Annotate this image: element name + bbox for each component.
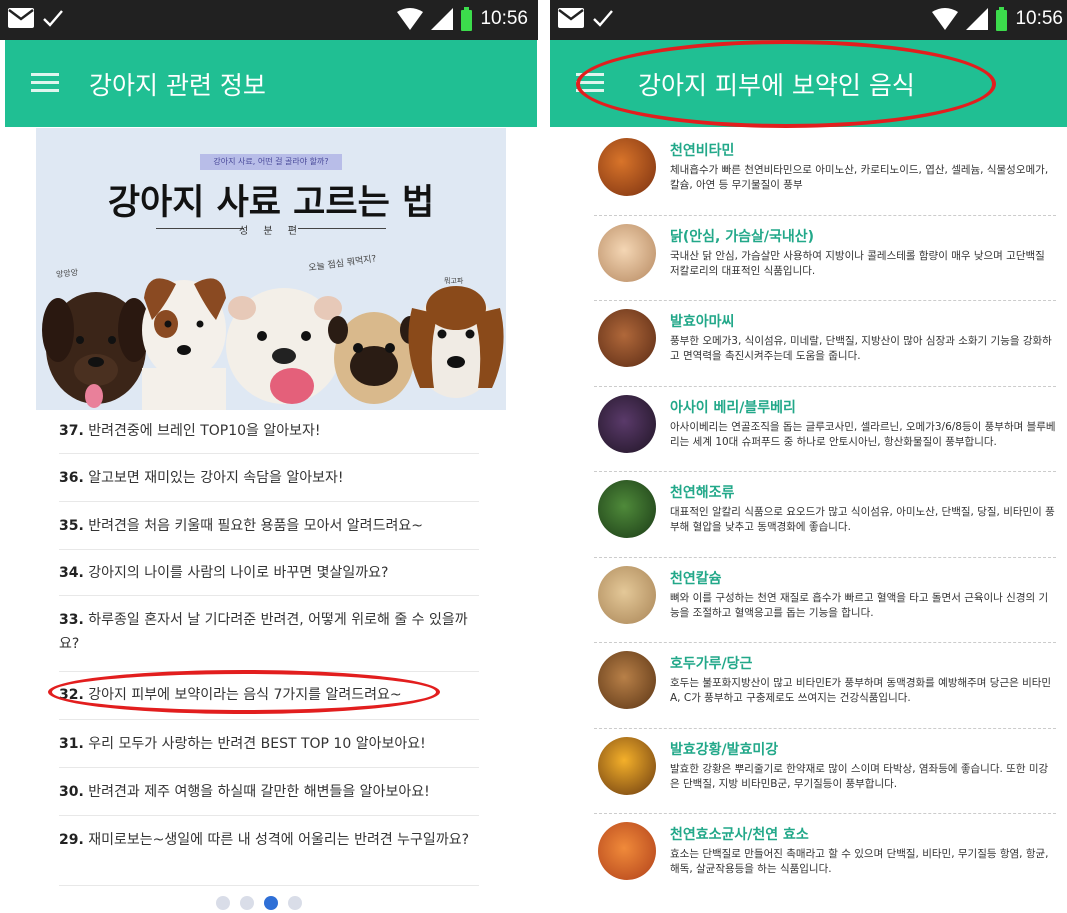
food-item-vitamin: 천연비타민 체내흡수가 빠른 천연비타민으로 아미노산, 카로티노이드, 엽산,… (594, 130, 1056, 216)
food-description: 호두는 불포화지방산이 많고 비타민E가 풍부하며 동맥경화를 예방해주며 당근… (670, 677, 1052, 704)
article-title: 강아지의 나이를 사람의 나이로 바꾸면 몇살일까요? (88, 565, 389, 581)
chicken-food-icon (598, 223, 656, 282)
food-item-flaxseed: 발효아마씨 풍부한 오메가3, 식이섬유, 미네랄, 단백질, 지방산이 많아 … (594, 301, 1056, 387)
food-item-seaweed: 천연해조류 대표적인 알칼리 식품으로 요오드가 많고 식이섬유, 아미노산, … (594, 472, 1056, 558)
food-description: 체내흡수가 빠른 천연비타민으로 아미노산, 카로티노이드, 엽산, 셀레늄, … (670, 164, 1049, 191)
food-name: 닭(안심, 가슴살/국내산) (670, 228, 815, 245)
article-list: 37. 반려견중에 브레인 TOP10을 알아보자! 36. 알고보면 재미있는… (59, 410, 479, 886)
mail-icon (558, 8, 584, 28)
page-dot-1[interactable] (216, 896, 230, 910)
food-description: 풍부한 오메가3, 식이섬유, 미네랄, 단백질, 지방산이 많아 심장과 소화… (670, 335, 1052, 362)
app-bar: 강아지 피부에 보약인 음식 (550, 40, 1067, 127)
check-icon (43, 10, 63, 27)
article-number: 32. (59, 687, 84, 703)
food-name: 아사이 베리/블루베리 (670, 399, 796, 416)
article-item-37[interactable]: 37. 반려견중에 브레인 TOP10을 알아보자! (59, 410, 479, 454)
food-description: 뼈와 이를 구성하는 천연 재질로 흡수가 빠르고 혈액을 타고 돌면서 근육이… (670, 591, 1049, 619)
turmeric-food-icon (598, 736, 656, 795)
check-icon (593, 10, 613, 27)
hero-title: 강아지 사료 고르는 법 (107, 183, 435, 223)
article-number: 31. (59, 736, 84, 752)
article-number: 36. (59, 470, 84, 486)
article-number: 35. (59, 518, 84, 534)
food-description: 효소는 단백질로 만들어진 촉매라고 할 수 있으며 단백질, 비타민, 무기질… (670, 848, 1049, 875)
mail-icon (8, 8, 34, 28)
article-item-32-highlighted[interactable]: 32. 강아지 피부에 보약이라는 음식 7가지를 알려드려요~ (59, 672, 479, 720)
status-time: 10:56 (480, 8, 528, 29)
food-item-berry: 아사이 베리/블루베리 아사이베리는 연골조직을 돕는 글루코사민, 셀라르닌,… (594, 387, 1056, 472)
article-item-29[interactable]: 29. 재미로보는~생일에 따른 내 성격에 어울리는 반려견 누구일까요? (59, 816, 479, 886)
calcium-food-icon (598, 565, 656, 624)
status-bar: 10:56 (550, 0, 1067, 40)
vitamin-food-icon (598, 138, 656, 196)
enzyme-food-icon (598, 822, 656, 880)
food-description: 발효한 강황은 뿌리줄기로 한약재로 많이 스이며 타박상, 염좌등에 좋습니다… (670, 762, 1049, 790)
food-item-calcium: 천연칼슘 뼈와 이를 구성하는 천연 재질로 흡수가 빠르고 혈액을 타고 돌면… (594, 558, 1056, 643)
article-item-34[interactable]: 34. 강아지의 나이를 사람의 나이로 바꾸면 몇살일까요? (59, 550, 479, 596)
food-item-chicken: 닭(안심, 가슴살/국내산) 국내산 닭 안심, 가슴살만 사용하여 지방이나 … (594, 216, 1056, 301)
status-bar: 10:56 (0, 0, 538, 40)
battery-icon (996, 7, 1008, 31)
food-item-enzyme: 천연효소균사/천연 효소 효소는 단백질로 만들어진 촉매라고 할 수 있으며 … (594, 814, 1056, 900)
wifi-icon (397, 8, 424, 30)
article-item-35[interactable]: 35. 반려견을 처음 키울때 필요한 용품을 모아서 알려드려요~ (59, 502, 479, 550)
app-bar: 강아지 관련 정보 (5, 40, 537, 127)
food-description: 아사이베리는 연골조직을 돕는 글루코사민, 셀라르닌, 오메가3/6/8등이 … (670, 420, 1056, 448)
food-item-turmeric: 발효강황/발효미강 발효한 강황은 뿌리줄기로 한약재로 많이 스이며 타박상,… (594, 729, 1056, 814)
article-title: 하루종일 혼자서 날 기다려준 반려견, 어떻게 위로해 줄 수 있을까요? (59, 612, 468, 652)
food-name: 천연해조류 (670, 485, 735, 501)
food-name: 발효아마씨 (670, 314, 735, 330)
screen-left-dog-info: 10:56 강아지 관련 정보 강아지 사료, 어떤 걸 골라야 할까? 강아지… (0, 0, 538, 913)
article-item-33[interactable]: 33. 하루종일 혼자서 날 기다려준 반려견, 어떻게 위로해 줄 수 있을까… (59, 596, 479, 672)
page-dot-3-active[interactable] (264, 896, 278, 910)
article-item-31[interactable]: 31. 우리 모두가 사랑하는 반려견 BEST TOP 10 알아보아요! (59, 720, 479, 768)
screen-right-skin-food: 10:56 강아지 피부에 보약인 음식 천연비타민 체내흡수가 빠른 천연비타… (550, 0, 1067, 913)
article-title: 반려견과 제주 여행을 하실때 갈만한 해변들을 알아보아요! (88, 784, 430, 800)
battery-icon (461, 7, 473, 31)
article-number: 37. (59, 423, 84, 439)
status-time: 10:56 (1015, 8, 1063, 29)
article-title: 반려견을 처음 키울때 필요한 용품을 모아서 알려드려요~ (88, 518, 423, 534)
food-description: 대표적인 알칼리 식품으로 요오드가 많고 식이섬유, 아미노산, 단백질, 당… (670, 506, 1055, 533)
article-title: 반려견중에 브레인 TOP10을 알아보자! (88, 423, 321, 439)
page-title: 강아지 관련 정보 (89, 71, 266, 100)
food-list: 천연비타민 체내흡수가 빠른 천연비타민으로 아미노산, 카로티노이드, 엽산,… (594, 130, 1056, 900)
article-title: 알고보면 재미있는 강아지 속담을 알아보자! (88, 470, 344, 486)
food-item-walnut: 호두가루/당근 호두는 불포화지방산이 많고 비타민E가 풍부하며 동맥경화를 … (594, 643, 1056, 729)
hamburger-menu-icon[interactable] (31, 71, 59, 93)
food-name: 발효강황/발효미강 (670, 741, 779, 758)
hero-divider-right (298, 228, 386, 229)
article-number: 33. (59, 612, 84, 628)
dogs-illustration (42, 278, 504, 410)
berry-food-icon (598, 394, 656, 453)
article-number: 34. (59, 565, 84, 581)
seaweed-food-icon (598, 480, 656, 538)
article-item-30[interactable]: 30. 반려견과 제주 여행을 하실때 갈만한 해변들을 알아보아요! (59, 768, 479, 816)
page-title: 강아지 피부에 보약인 음식 (638, 71, 915, 100)
food-name: 천연비타민 (670, 143, 735, 159)
signal-icon (966, 8, 989, 30)
food-description: 국내산 닭 안심, 가슴살만 사용하여 지방이나 콜레스테롤 함량이 매우 낮으… (670, 249, 1045, 277)
article-title: 우리 모두가 사랑하는 반려견 BEST TOP 10 알아보아요! (88, 736, 426, 752)
article-title: 재미로보는~생일에 따른 내 성격에 어울리는 반려견 누구일까요? (88, 832, 470, 848)
hero-subtitle: 성 분 편 (239, 226, 303, 237)
page-indicator (216, 896, 302, 910)
article-item-36[interactable]: 36. 알고보면 재미있는 강아지 속담을 알아보자! (59, 454, 479, 502)
hamburger-menu-icon[interactable] (576, 71, 604, 93)
article-title: 강아지 피부에 보약이라는 음식 7가지를 알려드려요~ (88, 687, 402, 703)
signal-icon (431, 8, 454, 30)
article-number: 29. (59, 832, 84, 848)
food-name: 호두가루/당근 (670, 656, 753, 672)
hero-tag: 강아지 사료, 어떤 걸 골라야 할까? (200, 154, 342, 170)
flaxseed-food-icon (598, 309, 656, 367)
hero-banner-image[interactable]: 강아지 사료, 어떤 걸 골라야 할까? 강아지 사료 고르는 법 성 분 편 … (36, 128, 506, 410)
wifi-icon (932, 8, 959, 30)
page-dot-4[interactable] (288, 896, 302, 910)
food-name: 천연칼슘 (670, 570, 722, 587)
walnut-food-icon (598, 651, 656, 709)
page-dot-2[interactable] (240, 896, 254, 910)
article-number: 30. (59, 784, 84, 800)
food-name: 천연효소균사/천연 효소 (670, 827, 809, 843)
